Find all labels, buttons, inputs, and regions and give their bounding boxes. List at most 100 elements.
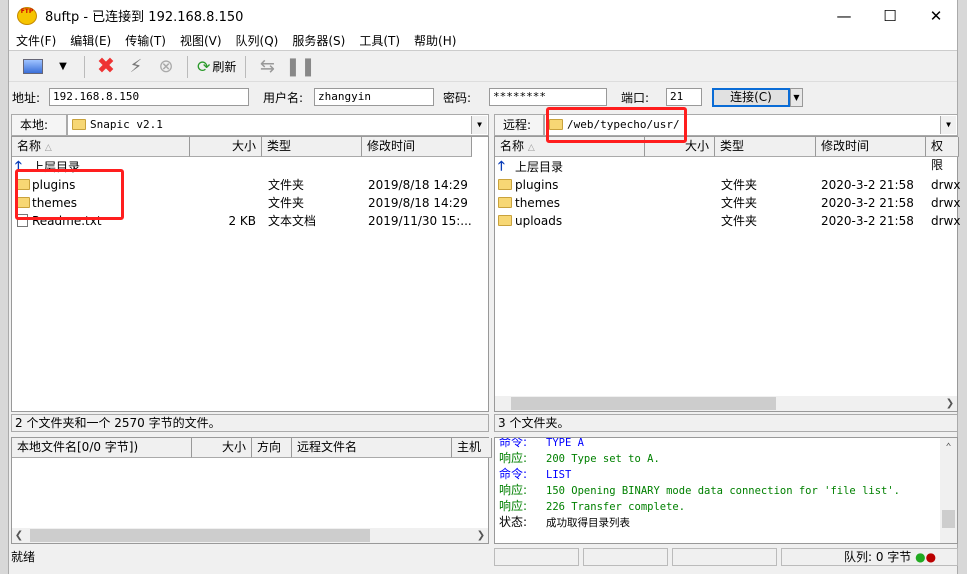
remote-horizontal-scrollbar[interactable]: ❯ (495, 396, 957, 411)
port-input[interactable]: 21 (666, 88, 702, 106)
local-path-bar: 本地: Snapic v2.1 ▼ (11, 114, 489, 136)
scrollbar-thumb[interactable] (30, 529, 370, 542)
column-local-filename[interactable]: 本地文件名[0/0 字节]) (12, 438, 192, 458)
site-manager-button[interactable] (21, 55, 45, 79)
log-line: 响应: 150 Opening BINARY mode data connecti… (499, 483, 901, 497)
local-file-list[interactable]: 名称 △ 大小 类型 修改时间 🡑 上层目录 plugins 文件夹 2019/8/1… (11, 136, 489, 412)
menu-tools[interactable]: 工具(T) (352, 31, 407, 50)
column-host[interactable]: 主机 (452, 438, 492, 458)
toolbar: ▼ ✖ ⚡ ⊗ ⟳ 刷新 ⇆ ❚❚ (9, 52, 957, 82)
scroll-left-icon[interactable]: ❮ (12, 528, 26, 543)
file-row[interactable]: themes 文件夹 2019/8/18 14:29 (12, 194, 488, 212)
up-arrow-icon: 🡑 (15, 159, 22, 174)
column-size[interactable]: 大小 (645, 137, 715, 157)
close-button[interactable]: ✕ (913, 0, 959, 31)
red-light-icon: ● (925, 550, 937, 564)
address-label: 地址: (12, 91, 41, 105)
password-label: 密码: (443, 91, 472, 105)
site-dropdown-button[interactable]: ▼ (51, 55, 75, 79)
toolbar-divider (245, 55, 247, 78)
username-input[interactable]: zhangyin (314, 88, 434, 106)
parent-directory-row[interactable]: 🡑 上层目录 (12, 158, 488, 176)
scroll-up-icon[interactable]: ⌃ (940, 442, 957, 453)
quick-connect-button[interactable]: ⚡ (124, 55, 148, 79)
log-line: 响应: 200 Type set to A. (499, 451, 660, 465)
green-light-icon: ● (915, 550, 926, 564)
log-panel[interactable]: 命令: TYPE A 响应: 200 Type set to A. 命令: LIST … (494, 437, 958, 544)
transfer-queue-button[interactable]: ⇆ (255, 55, 279, 79)
local-status: 2 个文件夹和一个 2570 字节的文件。 (11, 414, 489, 432)
log-line: 命令: LIST (499, 467, 572, 481)
file-row[interactable]: themes 文件夹 2020-3-2 21:58 drwx (495, 194, 960, 212)
folder-icon (498, 215, 512, 226)
up-arrow-icon: 🡑 (498, 159, 505, 174)
remote-path-bar: 远程: /web/typecho/usr/ ▼ (494, 114, 958, 136)
text-file-icon (17, 214, 28, 227)
refresh-button[interactable]: ⟳ 刷新 (197, 55, 236, 79)
column-size[interactable]: 大小 (192, 438, 252, 458)
toolbar-divider (187, 55, 188, 78)
queue-horizontal-scrollbar[interactable]: ❮ ❯ (12, 528, 488, 543)
column-name[interactable]: 名称 △ (12, 137, 190, 157)
column-remote-filename[interactable]: 远程文件名 (292, 438, 452, 458)
column-modified[interactable]: 修改时间 (816, 137, 926, 157)
menu-view[interactable]: 视图(V) (173, 31, 229, 50)
local-path-select[interactable]: Snapic v2.1 ▼ (67, 114, 489, 136)
scrollbar-thumb[interactable] (511, 397, 776, 410)
menu-edit[interactable]: 编辑(E) (63, 31, 118, 50)
minimize-button[interactable]: — (821, 0, 867, 31)
remote-path-select[interactable]: /web/typecho/usr/ ▼ (544, 114, 958, 136)
file-row[interactable]: plugins 文件夹 2019/8/18 14:29 (12, 176, 488, 194)
address-input[interactable]: 192.168.8.150 (49, 88, 249, 106)
password-input[interactable]: ******** (489, 88, 607, 106)
connection-bar: 地址: 192.168.8.150 用户名: zhangyin 密码: ****… (9, 86, 957, 108)
menu-bar: 文件(F) 编辑(E) 传输(T) 视图(V) 队列(Q) 服务器(S) 工具(… (9, 31, 957, 51)
connect-button[interactable]: 连接(C) (712, 88, 790, 107)
lightning-icon: ⚡ (129, 56, 143, 77)
column-type[interactable]: 类型 (715, 137, 816, 157)
menu-server[interactable]: 服务器(S) (285, 31, 352, 50)
column-name[interactable]: 名称 △ (495, 137, 645, 157)
chevron-down-icon: ▼ (59, 61, 67, 72)
menu-help[interactable]: 帮助(H) (407, 31, 463, 50)
maximize-button[interactable]: ☐ (867, 0, 913, 31)
ready-status: 就绪 (11, 550, 36, 564)
scroll-right-icon[interactable]: ❯ (474, 528, 488, 543)
toolbar-divider (84, 55, 85, 78)
app-window: FTP 8uftp - 已连接到 192.168.8.150 — ☐ ✕ 文件(… (8, 0, 960, 574)
window-title: 8uftp - 已连接到 192.168.8.150 (45, 10, 244, 25)
scrollbar-thumb[interactable] (942, 510, 955, 528)
file-row[interactable]: plugins 文件夹 2020-3-2 21:58 drwx (495, 176, 960, 194)
menu-queue[interactable]: 队列(Q) (229, 31, 286, 50)
menu-transfer[interactable]: 传输(T) (118, 31, 173, 50)
scroll-right-icon[interactable]: ❯ (943, 396, 957, 411)
transfer-icon: ⇆ (259, 56, 275, 77)
column-type[interactable]: 类型 (262, 137, 362, 157)
remote-file-list[interactable]: 名称 △ 大小 类型 修改时间 权限 🡑 上层目录 plugins 文件夹 2020-… (494, 136, 960, 412)
remote-status: 3 个文件夹。 (494, 414, 958, 432)
log-line: 命令: TYPE A (499, 437, 584, 449)
parent-directory-row[interactable]: 🡑 上层目录 (495, 158, 957, 176)
transfer-queue-list[interactable]: 本地文件名[0/0 字节]) 大小 方向 远程文件名 主机 ❮ ❯ (11, 437, 492, 544)
computer-icon (23, 59, 43, 74)
queue-status: 队列: 0 字节 ●● (781, 548, 958, 566)
column-permissions[interactable]: 权限 (926, 137, 959, 172)
menu-file[interactable]: 文件(F) (9, 31, 63, 50)
connect-dropdown-button[interactable]: ▼ (790, 88, 803, 107)
file-row[interactable]: uploads 文件夹 2020-3-2 21:58 drwx (495, 212, 960, 230)
status-cell (583, 548, 668, 566)
cancel-circle-icon: ⊗ (158, 56, 174, 77)
pause-button[interactable]: ❚❚ (285, 55, 315, 79)
column-modified[interactable]: 修改时间 (362, 137, 472, 157)
column-direction[interactable]: 方向 (252, 438, 292, 458)
red-x-icon: ✖ (96, 54, 116, 79)
stop-button[interactable]: ⊗ (154, 55, 178, 79)
disconnect-button[interactable]: ✖ (94, 54, 118, 79)
chevron-down-icon[interactable]: ▼ (471, 116, 487, 134)
folder-icon (72, 119, 86, 130)
chevron-down-icon[interactable]: ▼ (940, 116, 956, 134)
log-vertical-scrollbar[interactable]: ⌃ (940, 438, 957, 543)
folder-icon (498, 197, 512, 208)
file-row[interactable]: Readme.txt 2 KB 文本文档 2019/11/30 15:... (12, 212, 488, 230)
column-size[interactable]: 大小 (190, 137, 262, 157)
